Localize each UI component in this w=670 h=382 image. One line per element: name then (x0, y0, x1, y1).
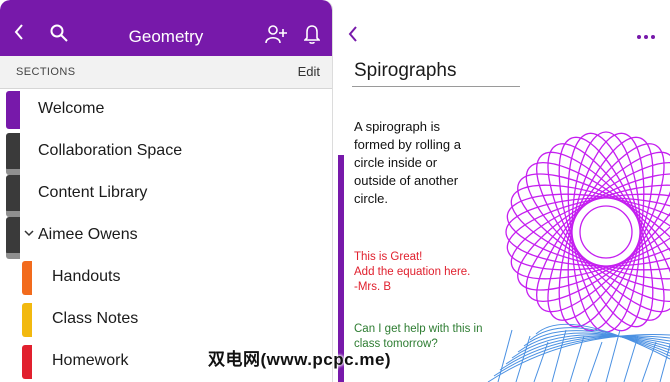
section-label: Class Notes (52, 310, 139, 327)
section-label: Collaboration Space (38, 142, 183, 159)
section-label: Welcome (38, 100, 105, 117)
teacher-note-line: -Mrs. B (354, 281, 392, 293)
teacher-note-line: Add the equation here. (354, 266, 471, 278)
subsection-item-class-notes[interactable]: Class Notes (0, 299, 332, 341)
section-tab (6, 175, 20, 217)
section-tab (6, 133, 20, 175)
spirograph-center (579, 205, 633, 259)
section-item-welcome[interactable]: Welcome (0, 89, 332, 131)
bell-icon[interactable] (303, 24, 321, 48)
sections-label: SECTIONS (16, 66, 76, 78)
edit-button[interactable]: Edit (298, 64, 320, 79)
student-note-line: Can I get help with this in (354, 323, 483, 335)
section-label: Homework (52, 352, 129, 369)
teacher-note-line: This is Great! (354, 251, 423, 263)
section-label: Handouts (52, 268, 121, 285)
sections-header: SECTIONS Edit (0, 56, 332, 89)
section-group-aimee-owens[interactable]: Aimee Owens (0, 215, 332, 259)
section-tab (22, 345, 32, 379)
section-tab (22, 303, 32, 337)
section-item-content-library[interactable]: Content Library (0, 173, 332, 217)
add-person-icon[interactable] (264, 24, 288, 48)
section-tab (6, 217, 20, 259)
section-item-collaboration-space[interactable]: Collaboration Space (0, 131, 332, 175)
chevron-down-icon[interactable] (24, 228, 34, 240)
page-screen: Spirographs A spirograph is formed by ro… (338, 0, 670, 382)
page-body-text[interactable]: A spirograph is formed by rolling a circ… (354, 118, 474, 208)
teacher-note[interactable]: This is Great! Add the equation here. -M… (354, 250, 504, 295)
watermark-text: 双电网(www.pcpc.me) (208, 350, 392, 369)
wireframe-mesh (487, 323, 670, 382)
section-tab (22, 261, 32, 295)
section-label: Content Library (38, 184, 148, 201)
sections-screen: Geometry SECTIONS Edit Welcome Collabora… (0, 0, 333, 382)
subsection-item-handouts[interactable]: Handouts (0, 257, 332, 299)
section-tab (6, 91, 20, 129)
section-group-label: Aimee Owens (38, 226, 138, 243)
notebook-header: Geometry (0, 0, 332, 56)
